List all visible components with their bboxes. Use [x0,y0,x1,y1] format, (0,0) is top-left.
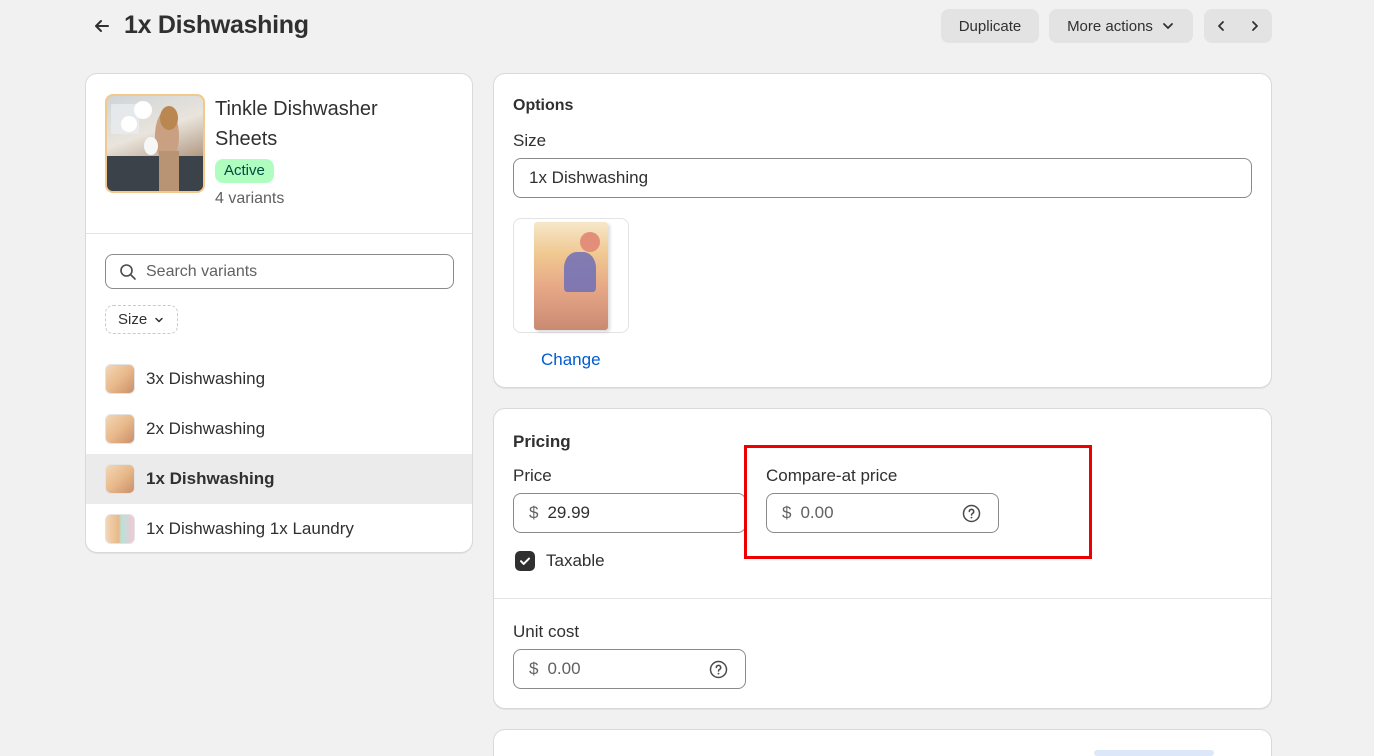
chevron-left-icon [1218,21,1224,31]
variant-label: 2x Dishwashing [146,419,266,438]
compare-at-price-label: Compare-at price [766,466,898,485]
previous-variant-button[interactable] [1204,9,1238,43]
variant-image[interactable] [513,218,629,333]
variant-thumbnail [105,364,135,394]
variant-label: 1x Dishwashing 1x Laundry [146,519,354,538]
search-variants-input[interactable]: Search variants [105,254,454,289]
size-filter-button[interactable]: Size [105,305,179,334]
variant-thumbnail [105,464,135,494]
page-header: 1x Dishwashing Duplicate More actions [86,6,1272,46]
page-title: 1x Dishwashing [124,11,309,39]
unit-cost-placeholder: 0.00 [547,659,581,678]
inventory-card [493,729,1272,756]
variant-item[interactable]: 3x Dishwashing [86,354,472,404]
taxable-label: Taxable [546,551,605,570]
product-name[interactable]: Tinkle Dishwasher Sheets [215,94,435,154]
duplicate-button[interactable]: Duplicate [941,9,1039,43]
back-arrow-icon[interactable] [88,12,116,40]
chevron-right-icon [1252,21,1258,31]
price-label: Price [513,466,552,485]
divider [494,598,1271,599]
unit-cost-label: Unit cost [513,622,580,641]
chevron-down-icon [155,317,163,322]
size-filter-label: Size [118,311,148,328]
help-circle-icon[interactable] [962,504,981,523]
product-image[interactable] [105,94,205,193]
more-actions-label: More actions [1067,17,1153,35]
status-badge: Active [215,159,274,183]
variant-thumbnail [105,514,135,544]
price-value: 29.99 [547,503,591,522]
options-card: Options Size 1x Dishwashing Change [493,73,1272,388]
chevron-down-icon [1163,23,1173,29]
variant-label: 3x Dishwashing [146,369,266,388]
card-header-link[interactable] [1094,750,1214,756]
price-input[interactable]: $ 29.99 [513,493,746,533]
variant-item[interactable]: 1x Dishwashing 1x Laundry [86,504,472,552]
next-variant-button[interactable] [1238,9,1272,43]
variant-label: 1x Dishwashing [146,469,275,488]
currency-symbol: $ [782,503,792,522]
more-actions-button[interactable]: More actions [1049,9,1193,43]
variants-card: Tinkle Dishwasher Sheets Active 4 varian… [85,73,473,553]
unit-cost-input[interactable]: $ 0.00 [513,649,746,689]
taxable-checkbox[interactable] [515,551,535,571]
checkmark-icon [520,557,530,565]
variant-count: 4 variants [215,190,285,207]
compare-at-price-input[interactable]: $ 0.00 [766,493,999,533]
currency-symbol: $ [529,659,539,678]
variant-item[interactable]: 2x Dishwashing [86,404,472,454]
variant-item-selected[interactable]: 1x Dishwashing [86,454,472,504]
product-box-image [534,221,608,330]
compare-at-price-placeholder: 0.00 [800,503,834,522]
change-image-link[interactable]: Change [541,350,601,370]
pricing-title: Pricing [513,432,571,451]
variant-pagination [1204,9,1272,43]
size-input[interactable]: 1x Dishwashing [513,158,1252,198]
search-icon [120,263,136,280]
divider [86,233,472,234]
size-label: Size [513,131,547,150]
search-placeholder: Search variants [146,262,258,280]
currency-symbol: $ [529,503,539,522]
pricing-card: Pricing Price $ 29.99 Compare-at price $… [493,408,1272,709]
options-title: Options [513,97,574,114]
help-circle-icon[interactable] [709,660,728,679]
variant-thumbnail [105,414,135,444]
